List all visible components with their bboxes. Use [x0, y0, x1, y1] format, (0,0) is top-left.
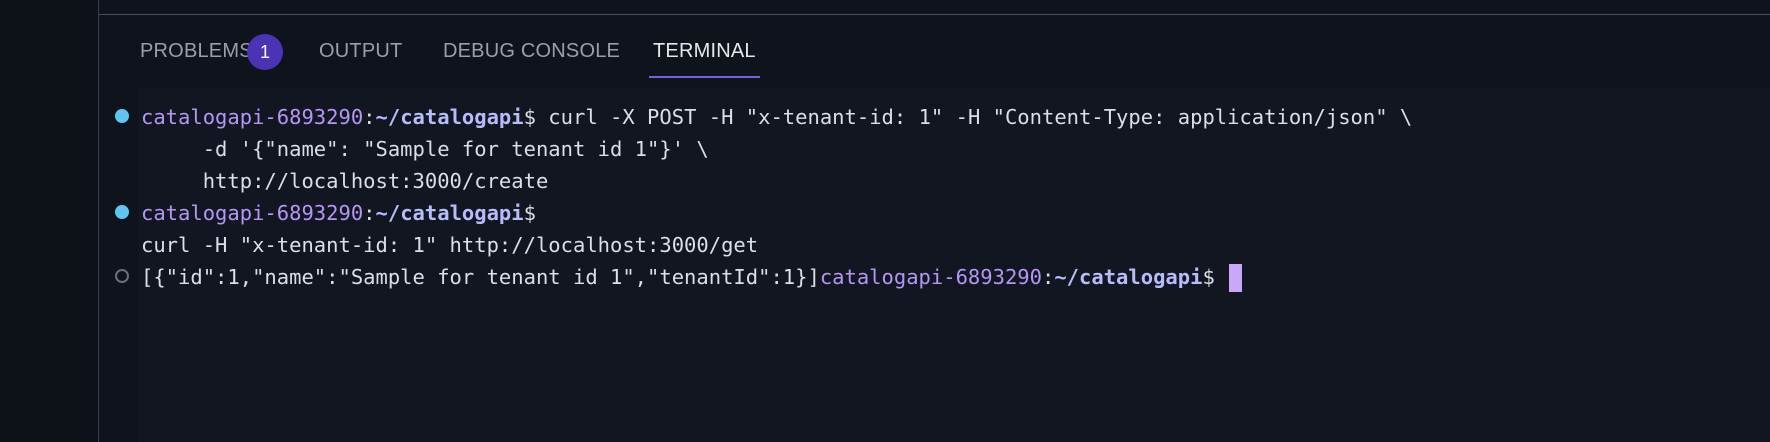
- terminal-line: [{"id":1,"name":"Sample for tenant id 1"…: [141, 261, 1243, 293]
- terminal-gutter: [99, 88, 139, 442]
- prompt-path: ~/catalogapi: [1054, 265, 1203, 289]
- activity-bar: [0, 0, 99, 442]
- prompt-symbol: $: [523, 105, 536, 129]
- prompt-separator: :: [363, 105, 376, 129]
- problems-count-badge: 1: [247, 34, 283, 70]
- terminal-line: catalogapi-6893290:~/catalogapi$: [141, 197, 536, 229]
- command-success-decoration[interactable]: [115, 109, 129, 123]
- tab-output-label: OUTPUT: [319, 40, 403, 62]
- prompt-path: ~/catalogapi: [375, 105, 524, 129]
- tab-debug-console-label: DEBUG CONSOLE: [443, 40, 621, 62]
- prompt-separator: :: [363, 201, 376, 225]
- tab-problems[interactable]: PROBLEMS: [140, 24, 253, 78]
- tab-output[interactable]: OUTPUT: [319, 24, 402, 78]
- prompt-symbol: $: [523, 201, 536, 225]
- prompt-host: catalogapi-6893290: [141, 201, 364, 225]
- terminal-line: curl -H "x-tenant-id: 1" http://localhos…: [141, 229, 758, 261]
- prompt-host: catalogapi-6893290: [819, 265, 1042, 289]
- command-text: curl -X POST -H "x-tenant-id: 1" -H "Con…: [535, 105, 1413, 129]
- tab-terminal[interactable]: TERMINAL: [649, 24, 760, 78]
- terminal-cursor: [1229, 264, 1243, 292]
- tab-debug-console[interactable]: DEBUG CONSOLE: [443, 24, 620, 78]
- prompt-path: ~/catalogapi: [375, 201, 524, 225]
- terminal-line: -d '{"name": "Sample for tenant id 1"}' …: [141, 133, 709, 165]
- panel-divider: [99, 14, 1770, 15]
- prompt-host: catalogapi-6893290: [141, 105, 364, 129]
- tab-terminal-label: TERMINAL: [653, 40, 756, 62]
- command-text: http://localhost:3000/create: [141, 169, 549, 193]
- panel-tabs: PROBLEMS 1 OUTPUT DEBUG CONSOLE TERMINAL: [99, 24, 1770, 78]
- prompt-separator: :: [1041, 265, 1055, 289]
- prompt-symbol: $: [1202, 265, 1215, 289]
- active-tab-indicator: [649, 76, 760, 78]
- command-pending-decoration[interactable]: [115, 269, 129, 283]
- terminal-line: http://localhost:3000/create: [141, 165, 549, 197]
- command-text: -d '{"name": "Sample for tenant id 1"}' …: [141, 137, 709, 161]
- terminal-line: catalogapi-6893290:~/catalogapi$ curl -X…: [141, 101, 1412, 133]
- command-success-decoration[interactable]: [115, 205, 129, 219]
- tab-problems-label: PROBLEMS: [140, 40, 253, 62]
- command-text: curl -H "x-tenant-id: 1" http://localhos…: [141, 233, 759, 257]
- command-output: [{"id":1,"name":"Sample for tenant id 1"…: [141, 265, 820, 289]
